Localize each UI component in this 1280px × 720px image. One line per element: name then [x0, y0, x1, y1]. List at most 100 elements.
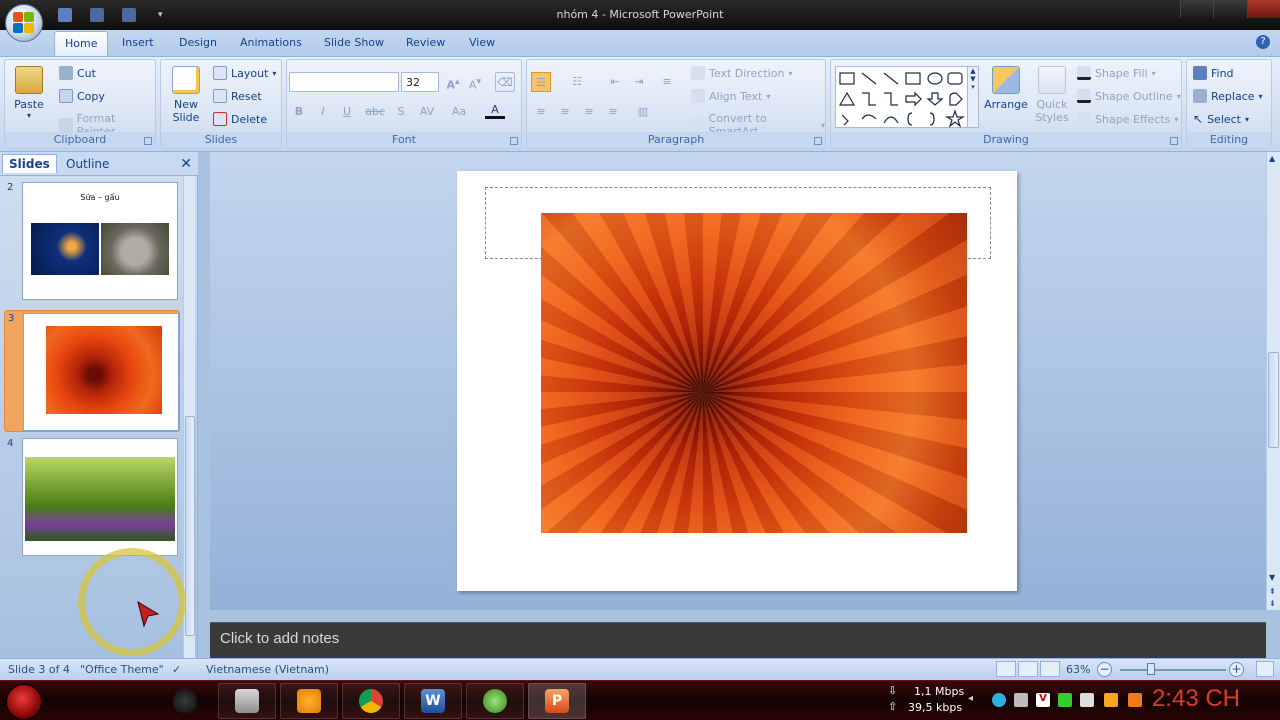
zoom-slider[interactable]	[1120, 669, 1226, 671]
normal-view-button[interactable]	[996, 661, 1016, 677]
cut-button[interactable]: Cut	[59, 66, 96, 80]
copy-button[interactable]: Copy	[59, 89, 105, 103]
start-button[interactable]	[6, 684, 42, 720]
spell-check-icon[interactable]: ✓	[172, 663, 181, 676]
shape-outline-button[interactable]: Shape Outline ▾	[1077, 89, 1181, 103]
justify-button[interactable]: ≡	[603, 102, 623, 122]
line-spacing-button[interactable]: ≡	[657, 72, 677, 92]
notes-placeholder[interactable]: Click to add notes	[220, 630, 339, 647]
taskbar-app-squirrel[interactable]	[280, 683, 338, 719]
close-pane-icon[interactable]: ✕	[180, 156, 192, 172]
align-text-button[interactable]: Align Text ▾	[691, 89, 770, 103]
shape-effects-button[interactable]: Shape Effects ▾	[1077, 112, 1178, 126]
tray-battery-icon[interactable]	[1080, 693, 1094, 707]
paste-button[interactable]: Paste ▾	[9, 66, 49, 120]
taskbar-word[interactable]: W	[404, 683, 462, 719]
maximize-button[interactable]	[1213, 0, 1247, 18]
current-slide[interactable]	[457, 171, 1017, 591]
slide-sorter-view-button[interactable]	[1018, 661, 1038, 677]
clear-formatting-button[interactable]: ⌫	[495, 72, 515, 92]
shapes-gallery-scroll[interactable]: ▲ ▼ ▾	[967, 66, 979, 128]
align-right-button[interactable]: ≡	[579, 102, 599, 122]
numbering-button[interactable]: ☷	[567, 72, 587, 92]
change-case-button[interactable]: Aa	[449, 102, 469, 122]
zoom-slider-thumb[interactable]	[1147, 663, 1156, 675]
tab-insert[interactable]: Insert	[122, 36, 154, 49]
tab-animations[interactable]: Animations	[240, 36, 302, 49]
reset-button[interactable]: Reset	[213, 89, 262, 103]
tab-review[interactable]: Review	[406, 36, 445, 49]
character-spacing-button[interactable]: AV	[417, 102, 437, 122]
scroll-up-icon[interactable]: ▲	[1269, 154, 1275, 163]
tray-expand-icon[interactable]: ◂	[968, 693, 982, 707]
tab-home[interactable]: Home	[54, 31, 109, 56]
text-direction-button[interactable]: Text Direction ▾	[691, 66, 792, 80]
next-slide-icon[interactable]: ⇟	[1269, 599, 1276, 608]
paste-dropdown-icon[interactable]: ▾	[9, 111, 49, 120]
scroll-down-icon[interactable]: ▼	[1269, 573, 1275, 582]
replace-button[interactable]: Replace ▾	[1193, 89, 1263, 103]
shadow-button[interactable]: S	[391, 102, 411, 122]
taskbar-powerpoint[interactable]: P	[528, 683, 586, 719]
increase-indent-button[interactable]: ⇥	[629, 72, 649, 92]
slide-show-view-button[interactable]	[1040, 661, 1060, 677]
previous-slide-icon[interactable]: ⇞	[1269, 587, 1276, 596]
shape-fill-button[interactable]: Shape Fill ▾	[1077, 66, 1156, 80]
slide-thumbnail-2[interactable]: 2 Sứa – gấu	[4, 180, 180, 302]
drawing-launcher-icon[interactable]	[1170, 137, 1178, 145]
tray-app-icon[interactable]	[1014, 693, 1028, 707]
tab-slide-show[interactable]: Slide Show	[324, 36, 384, 49]
tray-v-icon[interactable]: V	[1036, 693, 1050, 707]
tray-volume-icon[interactable]	[1128, 693, 1142, 707]
font-size-combo[interactable]: 32	[401, 72, 439, 92]
taskbar-alienware-app[interactable]	[156, 683, 214, 719]
tray-network-app-icon[interactable]	[992, 693, 1006, 707]
taskbar-green-app[interactable]	[466, 683, 524, 719]
font-name-combo[interactable]	[289, 72, 399, 92]
clock[interactable]: 2:43 CH	[1152, 685, 1240, 713]
zoom-in-button[interactable]: +	[1229, 662, 1244, 677]
office-button[interactable]	[5, 4, 43, 42]
tray-wifi-icon[interactable]	[1104, 693, 1118, 707]
help-icon[interactable]: ?	[1256, 35, 1270, 49]
zoom-level[interactable]: 63%	[1066, 663, 1090, 676]
minimize-button[interactable]	[1180, 0, 1214, 18]
close-button[interactable]	[1246, 0, 1280, 18]
find-button[interactable]: Find	[1193, 66, 1234, 80]
bold-button[interactable]: B	[289, 102, 309, 122]
decrease-indent-button[interactable]: ⇤	[605, 72, 625, 92]
tray-check-icon[interactable]	[1058, 693, 1072, 707]
taskbar-app-file[interactable]	[218, 683, 276, 719]
tab-outline[interactable]: Outline	[60, 155, 115, 173]
slide-thumbnail-3[interactable]: 3	[4, 310, 180, 432]
slide-thumbnail-4[interactable]: 4	[4, 436, 180, 558]
tab-view[interactable]: View	[469, 36, 495, 49]
underline-button[interactable]: U	[337, 102, 357, 122]
zoom-out-button[interactable]: −	[1097, 662, 1112, 677]
align-center-button[interactable]: ≡	[555, 102, 575, 122]
main-scroll-thumb[interactable]	[1268, 352, 1279, 448]
shrink-font-button[interactable]: A▾	[465, 72, 485, 92]
new-slide-button[interactable]: New Slide	[165, 66, 207, 124]
tab-design[interactable]: Design	[179, 36, 217, 49]
select-button[interactable]: ↖ Select ▾	[1193, 112, 1249, 126]
font-color-button[interactable]: A	[485, 100, 505, 120]
shapes-gallery-icons[interactable]	[836, 67, 974, 129]
arrange-button[interactable]: Arrange	[983, 66, 1029, 111]
notes-pane[interactable]: Click to add notes	[210, 622, 1266, 658]
slides-pane-scroll-thumb[interactable]	[185, 416, 195, 636]
align-left-button[interactable]: ≡	[531, 102, 551, 122]
tab-slides[interactable]: Slides	[2, 154, 57, 173]
slides-pane-scrollbar[interactable]	[183, 176, 195, 658]
quick-styles-button[interactable]: Quick Styles	[1031, 66, 1073, 124]
delete-button[interactable]: Delete	[213, 112, 267, 126]
chrysanthemum-image[interactable]	[541, 213, 967, 533]
clipboard-launcher-icon[interactable]	[144, 137, 152, 145]
font-launcher-icon[interactable]	[510, 137, 518, 145]
language-indicator[interactable]: Vietnamese (Vietnam)	[206, 663, 329, 676]
bullets-button[interactable]: ☰	[531, 72, 551, 92]
italic-button[interactable]: I	[313, 102, 333, 122]
theme-name[interactable]: "Office Theme"	[80, 663, 164, 676]
columns-button[interactable]: ▥	[633, 102, 653, 122]
taskbar-chrome[interactable]	[342, 683, 400, 719]
